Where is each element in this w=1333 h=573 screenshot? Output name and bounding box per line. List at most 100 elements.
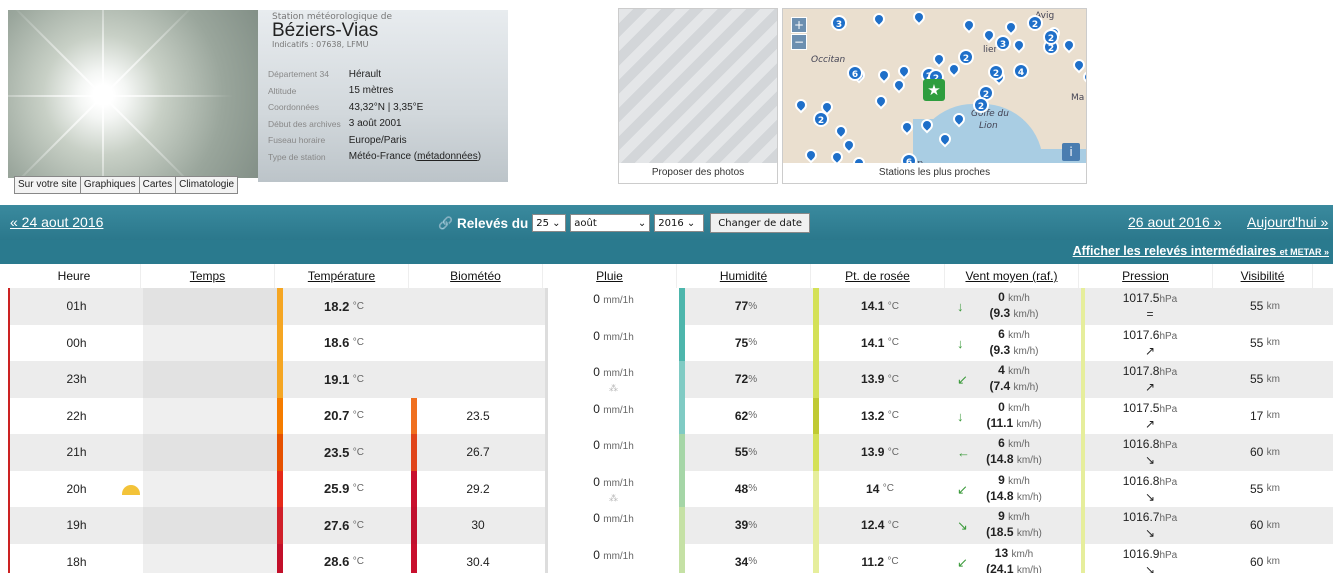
pressure-trend-icon: = [1146, 307, 1154, 322]
station-indicatifs: Indicatifs : 07638, LFMU [272, 40, 369, 49]
cell-biometeo [411, 288, 545, 325]
column-header-5[interactable]: Humidité [677, 264, 811, 288]
tab-0[interactable]: Sur votre site [14, 176, 81, 194]
hum-color-bar [679, 470, 685, 507]
change-date-button[interactable]: Changer de date [710, 213, 811, 233]
column-header-8[interactable]: Pression [1079, 264, 1213, 288]
station-cluster[interactable]: 6 [847, 65, 863, 81]
cell-vent: ← 6 km/h (14.8 km/h) [957, 436, 1042, 467]
station-cluster[interactable]: 2 [958, 49, 974, 65]
station-detail-row: Altitude 15 mètres [264, 83, 485, 100]
station-detail-row: Département 34 Hérault [264, 66, 485, 83]
detail-key: Coordonnées [268, 102, 320, 113]
temp-color-bar [277, 288, 283, 325]
station-cluster[interactable]: 2 [1043, 29, 1059, 45]
cell-heure: 18h [66, 554, 87, 569]
station-details: Département 34 Hérault Altitude 15 mètres Co… [264, 66, 485, 165]
cell-temperature: 27.6 °C [277, 507, 411, 544]
station-tabs: Sur votre site Graphiques Cartes Climatolog… [14, 176, 239, 194]
station-cluster[interactable]: 4 [1013, 63, 1029, 79]
temp-color-bar [277, 397, 283, 434]
rain-icon: ⁂ [609, 383, 618, 393]
temp-color-bar [277, 324, 283, 361]
observations-table: 01h 18.2 °C 0 mm/1h 77% 14.1 °C ↓ 0 km/h(… [8, 288, 1333, 573]
cell-visibilite: 60 km [1249, 518, 1281, 533]
next-day-link[interactable]: 26 aout 2016 » [1128, 214, 1221, 230]
cell-vent: ↓ 0 km/h (9.3 km/h) [957, 290, 1039, 321]
cell-rosee: 11.2 °C [813, 543, 947, 573]
station-photo [0, 0, 258, 226]
table-row: 20h 25.9 °C 29.2 0 mm/1h ⁂ 48% 14 °C ↙ 9 k… [8, 470, 1333, 508]
map-zoom-out-button[interactable]: − [791, 34, 807, 50]
cell-pression: 1016.9hPa ↘ [1081, 543, 1215, 573]
cell-temps [143, 397, 277, 434]
nearest-stations-link[interactable]: Stations les plus proches [783, 163, 1086, 183]
previous-day-link[interactable]: « 24 aout 2016 [10, 214, 103, 230]
tab-3[interactable]: Climatologie [175, 176, 239, 194]
table-row: 19h 27.6 °C 30 0 mm/1h 39% 12.4 °C ↘ 9 km… [8, 507, 1333, 544]
station-cluster[interactable]: 2 [813, 111, 829, 127]
tab-2[interactable]: Cartes [138, 176, 177, 194]
map-zoom-in-button[interactable]: + [791, 17, 807, 33]
station-detail-row: Type de station Météo-France (métadonnées… [264, 149, 485, 166]
map-info-icon[interactable]: i [1062, 143, 1080, 161]
station-cluster[interactable]: 2 [988, 64, 1004, 80]
column-header-1[interactable]: Temps [141, 264, 275, 288]
column-header-9[interactable]: Visibilité [1213, 264, 1313, 288]
day-select[interactable]: 25 ⌄ [532, 214, 567, 232]
intermediate-bar: Afficher les relevés intermédiaires et M… [0, 240, 1333, 264]
photo-panel[interactable]: Proposer des photos [618, 8, 778, 184]
cell-pression: 1017.5hPa = [1081, 288, 1215, 325]
cell-vent: ↓ 0 km/h (11.1 km/h) [957, 399, 1042, 430]
station-detail-row: Coordonnées 43,32°N | 3,35°E [264, 99, 485, 116]
column-header-7[interactable]: Vent moyen (raf.) [945, 264, 1079, 288]
cell-vent: ↙ 9 km/h (14.8 km/h) [957, 472, 1042, 503]
cell-humidite: 55% [679, 434, 813, 471]
current-station-star-icon[interactable]: ★ [923, 79, 945, 101]
month-select[interactable]: août ⌄ [570, 214, 651, 232]
hum-color-bar [679, 288, 685, 325]
cell-heure: 01h [66, 299, 87, 314]
cell-heure: 20h [10, 471, 143, 508]
cell-biometeo: 30.4 [411, 543, 545, 573]
station-cluster[interactable]: 2 [973, 97, 989, 113]
cell-heure: 00h [66, 335, 87, 350]
stations-map[interactable]: + − Occitan Golfe du Lion Ma Perp Avig l… [782, 8, 1087, 184]
cell-pluie: 0 mm/1h [545, 543, 679, 573]
year-select[interactable]: 2016 ⌄ [654, 214, 705, 232]
cell-biometeo [411, 361, 545, 398]
pressure-trend-icon: ↘ [1144, 562, 1156, 573]
station-info: Station météorologique de Béziers-Vias I… [258, 10, 508, 182]
cell-temperature: 18.2 °C [277, 288, 411, 325]
cell-pression: 1017.8hPa ↗ [1081, 361, 1215, 398]
detail-value: Hérault [348, 68, 382, 80]
column-header-6[interactable]: Pt. de rosée [811, 264, 945, 288]
cell-visibilite: 55 km [1249, 481, 1281, 496]
cell-vent: ↙ 4 km/h (7.4 km/h) [957, 363, 1039, 394]
pressure-trend-icon: ↘ [1144, 526, 1156, 541]
show-intermediate-link[interactable]: Afficher les relevés intermédiaires et M… [1073, 244, 1329, 258]
temp-color-bar [277, 470, 283, 507]
station-cluster[interactable]: 3 [995, 35, 1011, 51]
column-header-2[interactable]: Température [275, 264, 409, 288]
cell-temperature: 28.6 °C [277, 543, 411, 573]
rain-icon: ⁂ [609, 492, 618, 503]
cell-vent: ↘ 9 km/h (18.5 km/h) [957, 509, 1042, 540]
hum-color-bar [679, 324, 685, 361]
tab-1[interactable]: Graphiques [79, 176, 140, 194]
wind-direction-icon: ← [957, 445, 970, 460]
column-header-4[interactable]: Pluie [543, 264, 677, 288]
pressure-trend-icon: ↗ [1144, 343, 1156, 358]
rosee-color-bar [813, 288, 819, 325]
column-header-3[interactable]: Biométéo [409, 264, 543, 288]
today-link[interactable]: Aujourd'hui » [1247, 214, 1328, 230]
station-cluster[interactable]: 3 [831, 15, 847, 31]
bio-color-bar [411, 470, 417, 507]
cell-pression: 1017.6hPa ↗ [1081, 324, 1215, 361]
metadata-link[interactable]: métadonnées [417, 151, 478, 162]
station-cluster[interactable]: 2 [1027, 15, 1043, 31]
cell-rosee: 14.1 °C [813, 288, 947, 325]
cell-temperature: 18.6 °C [277, 324, 411, 361]
propose-photos-link[interactable]: Proposer des photos [619, 163, 777, 183]
cell-vent: ↙ 13 km/h (24.1 km/h) [957, 545, 1042, 573]
